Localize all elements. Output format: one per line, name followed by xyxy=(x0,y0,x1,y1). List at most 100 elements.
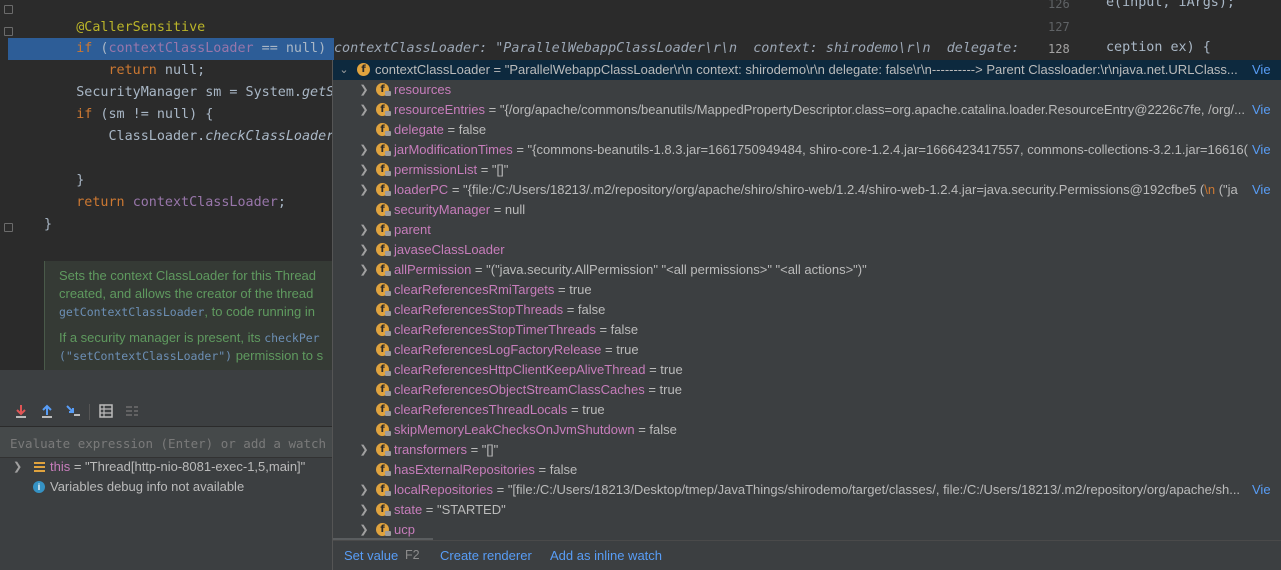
field-row[interactable]: ❯ f loaderPC = "{file:/C:/Users/18213/.m2/… xyxy=(333,180,1281,200)
field-row[interactable]: ❯ f ucp xyxy=(333,520,1281,540)
field-row[interactable]: ❯ f state = "STARTED" xyxy=(333,500,1281,520)
field-icon: f xyxy=(376,203,391,216)
view-link[interactable]: Vie xyxy=(1248,100,1281,120)
line-number: 128 xyxy=(1048,42,1070,56)
field-value: = null xyxy=(490,202,526,217)
field-value: = "{commons-beanutils-1.8.3.jar=16617509… xyxy=(512,142,1259,157)
expand-arrow-icon[interactable]: ❯ xyxy=(357,520,371,540)
field-row[interactable]: ❯ f jarModificationTimes = "{commons-beanu… xyxy=(333,140,1281,160)
field-row[interactable]: ❯ f localRepositories = "[file:/C:/Users/1… xyxy=(333,480,1281,500)
object-icon xyxy=(34,462,45,472)
lock-icon xyxy=(385,311,391,316)
evaluate-table-icon[interactable] xyxy=(98,403,114,419)
field-name: clearReferencesObjectStreamClassCaches xyxy=(394,382,645,397)
lock-icon xyxy=(385,231,391,236)
create-renderer-link[interactable]: Create renderer xyxy=(440,548,532,563)
debug-toolbar xyxy=(0,398,332,427)
field-row[interactable]: ❯ f parent xyxy=(333,220,1281,240)
field-row[interactable]: f clearReferencesRmiTargets = true xyxy=(333,280,1281,300)
javadoc-block: Sets the context ClassLoader for this Th… xyxy=(44,261,345,370)
lock-icon xyxy=(385,271,391,276)
evaluate-expression-bar[interactable] xyxy=(0,427,332,458)
field-row[interactable]: f skipMemoryLeakChecksOnJvmShutdown = fal… xyxy=(333,420,1281,440)
field-icon: f xyxy=(376,163,391,176)
set-value-link[interactable]: Set value xyxy=(344,548,398,563)
keyword: if xyxy=(76,41,93,56)
expand-arrow-icon[interactable]: ❯ xyxy=(357,440,371,460)
field-row[interactable]: ❯ f resources xyxy=(333,80,1281,100)
field-row[interactable]: ❯ f resourceEntries = "{/org/apache/common… xyxy=(333,100,1281,120)
fold-icon[interactable] xyxy=(4,5,13,14)
method-ref: getS xyxy=(301,85,335,100)
expand-arrow-icon[interactable]: ❯ xyxy=(13,457,22,477)
field-row[interactable]: f clearReferencesStopThreads = false xyxy=(333,300,1281,320)
doc-text: Sets the context ClassLoader for this Th… xyxy=(59,268,317,283)
code-line: @CallerSensitive xyxy=(44,0,205,35)
expand-arrow-icon[interactable]: ❯ xyxy=(357,500,371,520)
run-to-cursor-icon[interactable] xyxy=(65,403,81,419)
view-link[interactable]: Vie xyxy=(1248,480,1281,500)
field-row[interactable]: f clearReferencesObjectStreamClassCaches … xyxy=(333,380,1281,400)
expand-arrow-icon[interactable]: ❯ xyxy=(357,180,371,200)
fold-icon[interactable] xyxy=(4,27,13,36)
field-row[interactable]: ❯ f allPermission = "("java.security.AllPe… xyxy=(333,260,1281,280)
field-row[interactable]: f clearReferencesStopTimerThreads = false xyxy=(333,320,1281,340)
debug-panel-header xyxy=(0,370,332,399)
expand-arrow-icon[interactable]: ❯ xyxy=(357,160,371,180)
view-link[interactable]: Vie xyxy=(1248,140,1281,160)
field-name: parent xyxy=(394,222,431,237)
code-text: (sm != null) { xyxy=(92,107,214,122)
expand-arrow-icon[interactable]: ❯ xyxy=(357,100,371,120)
doc-code[interactable]: checkPer xyxy=(264,331,319,345)
view-link[interactable]: Vie xyxy=(1248,60,1281,80)
field-value: = true xyxy=(601,342,639,357)
variable-value: = "Thread[http-nio-8081-exec-1,5,main]" xyxy=(70,459,306,474)
field-row[interactable]: f securityManager = null xyxy=(333,200,1281,220)
field-row[interactable]: f delegate = false xyxy=(333,120,1281,140)
field-name: contextClassLoader xyxy=(375,62,490,77)
field-row[interactable]: ❯ f permissionList = "[]" xyxy=(333,160,1281,180)
evaluate-expression-input[interactable] xyxy=(8,432,332,454)
expand-arrow-icon[interactable]: ❯ xyxy=(357,240,371,260)
escape-sequence: \n xyxy=(1204,182,1216,197)
field-value: = "ParallelWebappClassLoader\r\n context… xyxy=(489,62,1238,77)
doc-text: If a security manager is present, its ch… xyxy=(59,328,320,348)
popup-root-row[interactable]: ⌄ f contextClassLoader = "ParallelWebapp… xyxy=(333,60,1281,80)
code-text: ClassLoader. xyxy=(108,129,206,144)
field-row[interactable]: f clearReferencesHttpClientKeepAliveThrea… xyxy=(333,360,1281,380)
expand-arrow-icon[interactable]: ❯ xyxy=(357,140,371,160)
doc-code[interactable]: getContextClassLoader xyxy=(59,305,204,319)
frames-icon[interactable] xyxy=(124,403,140,419)
field-icon: f xyxy=(376,283,391,296)
view-link[interactable]: Vie xyxy=(1248,180,1281,200)
field-row[interactable]: f hasExternalRepositories = false xyxy=(333,460,1281,480)
expand-arrow-icon[interactable]: ❯ xyxy=(357,260,371,280)
field-row[interactable]: f clearReferencesLogFactoryRelease = true xyxy=(333,340,1281,360)
step-out-icon[interactable] xyxy=(39,403,55,419)
variable-value-popup[interactable]: ⌄ f contextClassLoader = "ParallelWebapp… xyxy=(332,60,1281,570)
step-into-icon[interactable] xyxy=(13,403,29,419)
field-value: = false xyxy=(443,122,487,137)
field-row[interactable]: ❯ f transformers = "[]" xyxy=(333,440,1281,460)
add-inline-watch-link[interactable]: Add as inline watch xyxy=(550,548,662,563)
expand-arrow-icon[interactable]: ❯ xyxy=(357,220,371,240)
inline-debug-hint: contextClassLoader: "ParallelWebappClass… xyxy=(334,38,1034,60)
collapse-arrow-icon[interactable]: ⌄ xyxy=(337,60,351,80)
code-line: return contextClassLoader; xyxy=(44,192,286,214)
field-name: jarModificationTimes xyxy=(394,142,513,157)
lock-icon xyxy=(385,451,391,456)
field-row[interactable]: ❯ f javaseClassLoader xyxy=(333,240,1281,260)
field-row[interactable]: f clearReferencesThreadLocals = true xyxy=(333,400,1281,420)
field-icon: f xyxy=(357,63,370,76)
doc-text: getContextClassLoader, to code running i… xyxy=(59,302,315,322)
expand-arrow-icon[interactable]: ❯ xyxy=(357,480,371,500)
code-line: } xyxy=(44,214,52,236)
doc-text: permission to s xyxy=(232,348,324,363)
fold-icon[interactable] xyxy=(4,223,13,232)
field-name: localRepositories xyxy=(394,482,493,497)
expand-arrow-icon[interactable]: ❯ xyxy=(357,80,371,100)
field-icon: f xyxy=(376,123,391,136)
secondary-editor[interactable]: 126 e(input, iArgs); 127 128 ception ex)… xyxy=(1034,0,1281,62)
field-icon: f xyxy=(376,443,391,456)
field-name: resources xyxy=(394,82,452,97)
